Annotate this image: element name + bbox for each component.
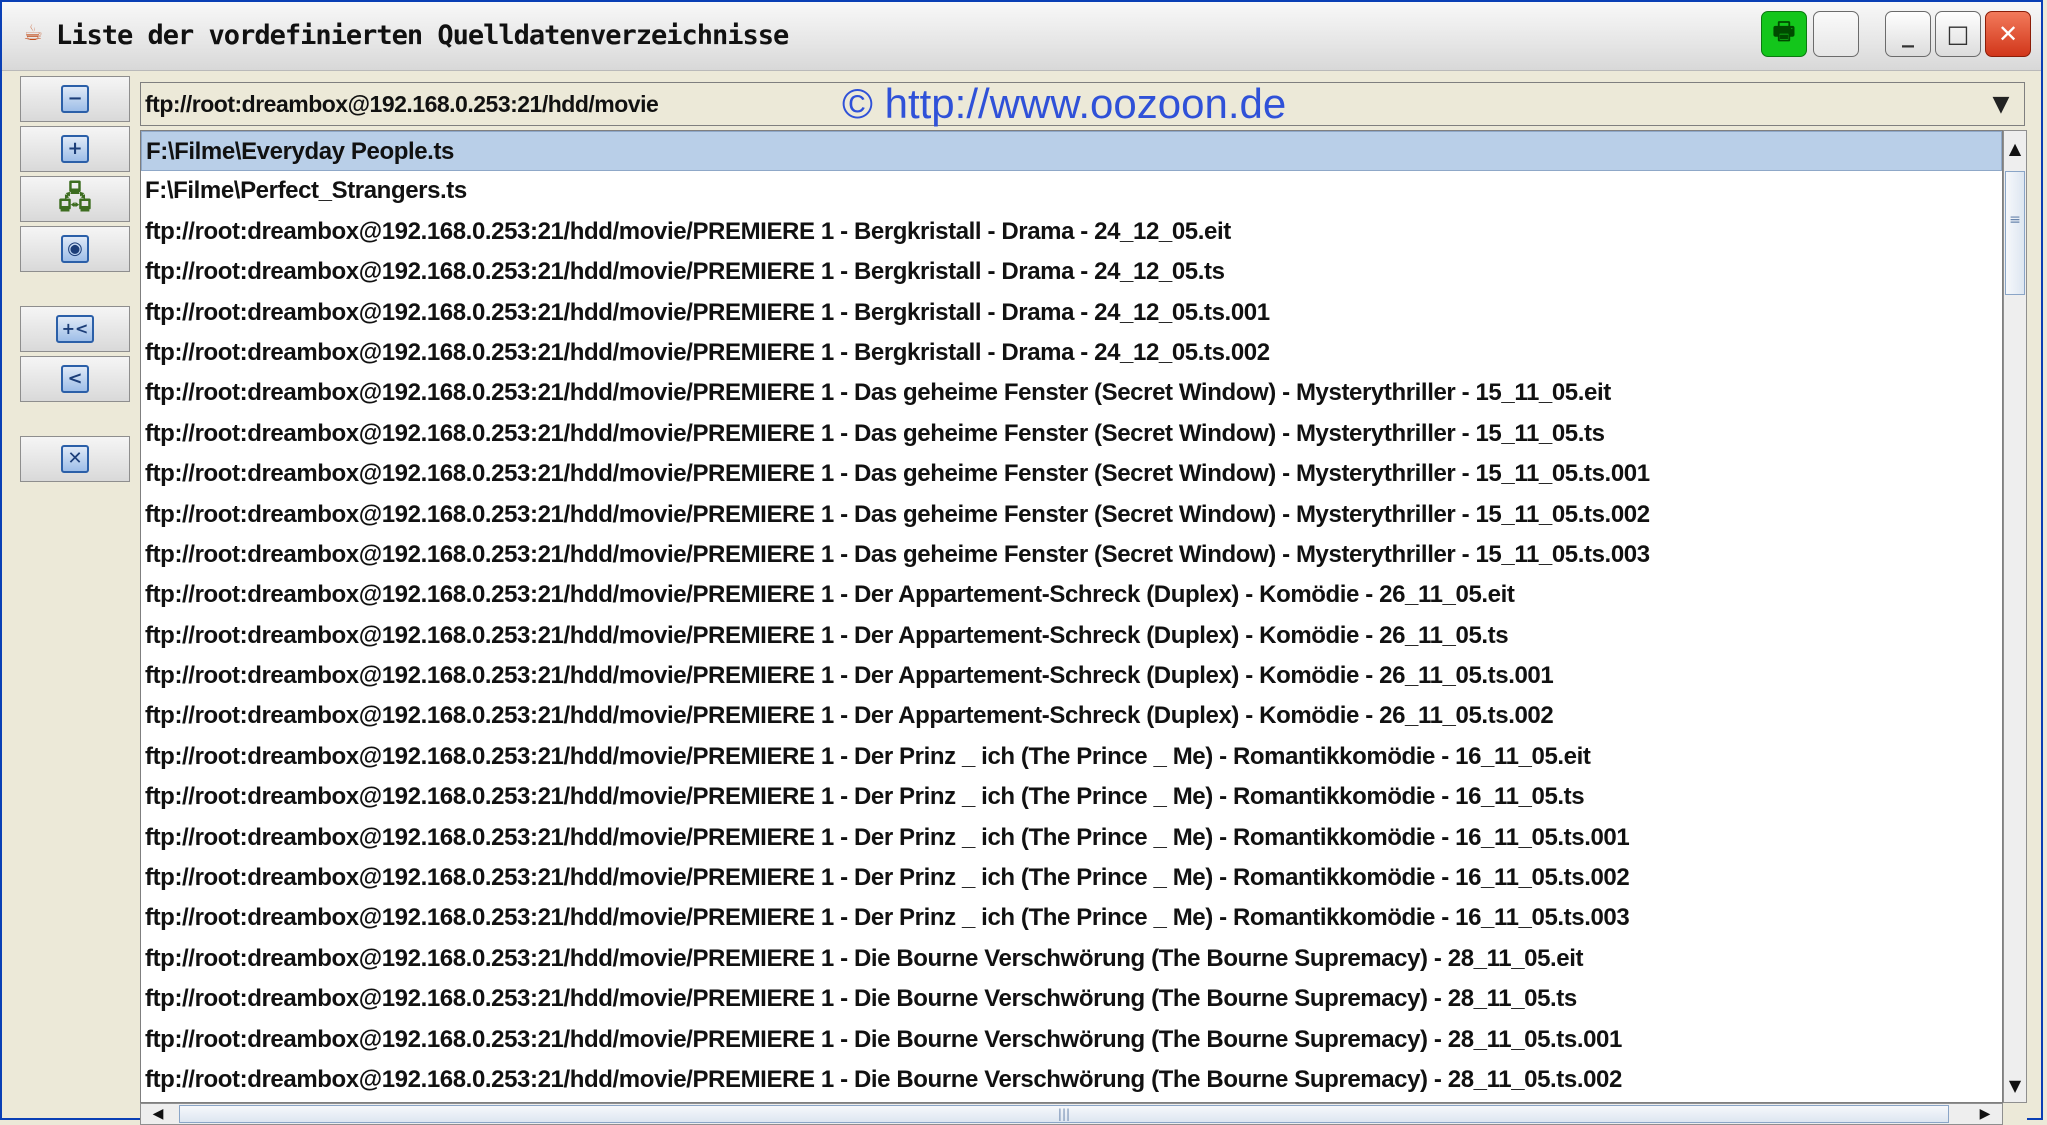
chevron-down-icon[interactable]: ▼	[1978, 83, 2024, 125]
add-to-list-button[interactable]: +<	[20, 306, 130, 352]
open-folder-icon: ◉	[61, 235, 89, 263]
list-item[interactable]: ftp://root:dreambox@192.168.0.253:21/hdd…	[141, 575, 2002, 615]
grip-icon: ≡	[2009, 212, 2021, 228]
scroll-right-icon[interactable]: ▶	[1968, 1104, 2002, 1124]
browse-button[interactable]: ◉	[20, 226, 130, 272]
list-item[interactable]: ftp://root:dreambox@192.168.0.253:21/hdd…	[141, 373, 2002, 413]
maximize-icon: □	[1946, 20, 1970, 48]
side-toolbar: − + 🖧 ◉ +< < ✕	[20, 76, 134, 592]
list-item[interactable]: ftp://root:dreambox@192.168.0.253:21/hdd…	[141, 333, 2002, 373]
add-entry-button[interactable]: +	[20, 126, 130, 172]
list-item[interactable]: ftp://root:dreambox@192.168.0.253:21/hdd…	[141, 495, 2002, 535]
move-left-button[interactable]: <	[20, 356, 130, 402]
list-item[interactable]: F:\Filme\Everyday People.ts	[141, 131, 2002, 172]
add-icon: +	[61, 135, 89, 163]
list-item[interactable]: ftp://root:dreambox@192.168.0.253:21/hdd…	[141, 656, 2002, 696]
close-button[interactable]: ✕	[1985, 11, 2031, 57]
grip-icon: |||	[1057, 1107, 1071, 1121]
window-title: Liste der vordefinierten Quelldatenverze…	[56, 20, 789, 51]
main-window: ☕ Liste der vordefinierten Quelldatenver…	[0, 0, 2043, 1125]
maximize-button[interactable]: □	[1935, 11, 1981, 57]
list-item[interactable]: ftp://root:dreambox@192.168.0.253:21/hdd…	[141, 414, 2002, 454]
minimize-icon: _	[1902, 20, 1914, 48]
scroll-up-icon[interactable]: ▲	[2004, 131, 2026, 165]
list-item[interactable]: F:\Filme\Perfect_Strangers.ts	[141, 171, 2002, 211]
scroll-left-icon[interactable]: ◀	[141, 1104, 175, 1124]
title-bar[interactable]: ☕ Liste der vordefinierten Quelldatenver…	[2, 2, 2041, 71]
list-item[interactable]: ftp://root:dreambox@192.168.0.253:21/hdd…	[141, 737, 2002, 777]
clear-button[interactable]: ✕	[20, 436, 130, 482]
list-item[interactable]: ftp://root:dreambox@192.168.0.253:21/hdd…	[141, 454, 2002, 494]
remove-icon: −	[61, 85, 89, 113]
list-item[interactable]: ftp://root:dreambox@192.168.0.253:21/hdd…	[141, 616, 2002, 656]
horizontal-scroll-thumb[interactable]: |||	[179, 1105, 1949, 1123]
title-buttons: 🖶 _ □ ✕	[1761, 10, 2031, 58]
vertical-scrollbar[interactable]: ▲ ≡ ▼	[2003, 130, 2027, 1103]
list-item[interactable]: ftp://root:dreambox@192.168.0.253:21/hdd…	[141, 898, 2002, 938]
file-list[interactable]: F:\Filme\Everyday People.ts F:\Filme\Perf…	[140, 130, 2003, 1103]
list-item[interactable]: ftp://root:dreambox@192.168.0.253:21/hdd…	[141, 293, 2002, 333]
printer-icon: 🖶	[1772, 16, 1796, 45]
list-item[interactable]: ftp://root:dreambox@192.168.0.253:21/hdd…	[141, 818, 2002, 858]
network-drive-icon: 🖧	[58, 181, 92, 216]
list-item[interactable]: ftp://root:dreambox@192.168.0.253:21/hdd…	[141, 777, 2002, 817]
list-item[interactable]: ftp://root:dreambox@192.168.0.253:21/hdd…	[141, 535, 2002, 575]
list-item[interactable]: ftp://root:dreambox@192.168.0.253:21/hdd…	[141, 939, 2002, 979]
move-left-icon: <	[61, 365, 89, 393]
combo-value: ftp://root:dreambox@192.168.0.253:21/hdd…	[145, 91, 659, 117]
list-item[interactable]: ftp://root:dreambox@192.168.0.253:21/hdd…	[141, 1060, 2002, 1100]
list-item[interactable]: ftp://root:dreambox@192.168.0.253:21/hdd…	[141, 696, 2002, 736]
java-cup-icon: ☕	[23, 20, 43, 46]
print-button[interactable]: 🖶	[1761, 11, 1807, 57]
vertical-scroll-thumb[interactable]: ≡	[2005, 171, 2025, 295]
list-item[interactable]: ftp://root:dreambox@192.168.0.253:21/hdd…	[141, 858, 2002, 898]
watermark: © http://www.oozoon.de	[842, 80, 1287, 127]
remove-entry-button[interactable]: −	[20, 76, 130, 122]
horizontal-scrollbar[interactable]: ◀ ||| ▶	[140, 1103, 2003, 1125]
list-item[interactable]: ftp://root:dreambox@192.168.0.253:21/hdd…	[141, 1020, 2002, 1060]
add-to-list-icon: +<	[56, 315, 94, 343]
toggle-button[interactable]	[1813, 11, 1859, 57]
clear-icon: ✕	[61, 445, 89, 473]
minimize-button[interactable]: _	[1885, 11, 1931, 57]
add-network-button[interactable]: 🖧	[20, 176, 130, 222]
scroll-corner	[2003, 1103, 2027, 1125]
list-item[interactable]: ftp://root:dreambox@192.168.0.253:21/hdd…	[141, 212, 2002, 252]
close-icon: ✕	[1997, 20, 2019, 48]
list-item[interactable]: ftp://root:dreambox@192.168.0.253:21/hdd…	[141, 979, 2002, 1019]
list-item[interactable]: ftp://root:dreambox@192.168.0.253:21/hdd…	[141, 252, 2002, 292]
scroll-down-icon[interactable]: ▼	[2004, 1068, 2026, 1102]
